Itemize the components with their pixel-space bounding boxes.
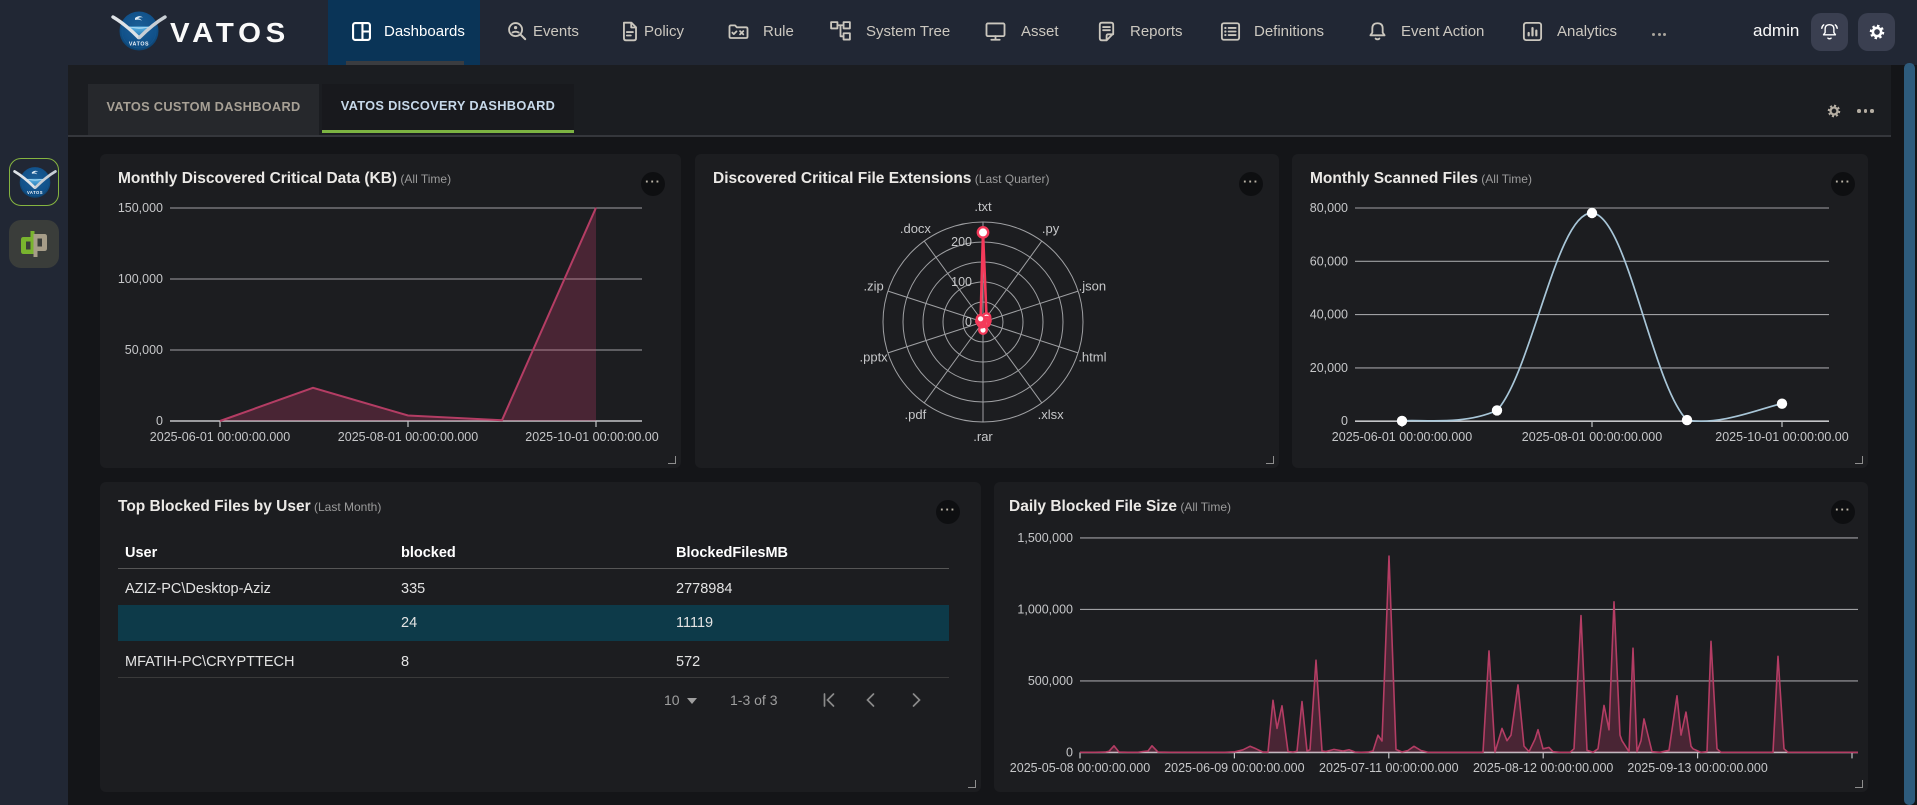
svg-text:20,000: 20,000 [1310, 361, 1348, 375]
svg-text:.docx: .docx [900, 221, 932, 236]
svg-text:.rar: .rar [973, 429, 993, 444]
svg-text:2025-06-09 00:00:00.000: 2025-06-09 00:00:00.000 [1164, 761, 1304, 775]
svg-text:0: 0 [1341, 414, 1348, 428]
svg-text:0: 0 [1066, 745, 1073, 759]
svg-text:500,000: 500,000 [1028, 674, 1073, 688]
svg-text:VATOS: VATOS [27, 190, 43, 195]
svg-text:VATOS: VATOS [129, 42, 149, 48]
svg-text:60,000: 60,000 [1310, 254, 1348, 268]
svg-text:.json: .json [1079, 279, 1106, 294]
svg-text:.html: .html [1078, 350, 1106, 365]
svg-text:2025-09-13 00:00:00.000: 2025-09-13 00:00:00.000 [1627, 761, 1767, 775]
svg-text:2025-10-01 00:00:00.00: 2025-10-01 00:00:00.00 [525, 430, 658, 444]
svg-text:100: 100 [951, 275, 972, 289]
svg-text:2025-05-08 00:00:00.000: 2025-05-08 00:00:00.000 [1010, 761, 1150, 775]
svg-text:.pptx: .pptx [860, 350, 889, 365]
svg-text:0: 0 [965, 315, 972, 329]
svg-text:.zip: .zip [863, 279, 883, 294]
svg-text:1,500,000: 1,500,000 [1017, 531, 1073, 545]
svg-text:40,000: 40,000 [1310, 308, 1348, 322]
svg-text:.pdf: .pdf [905, 407, 927, 422]
svg-text:100,000: 100,000 [118, 272, 163, 286]
svg-text:.txt: .txt [974, 199, 992, 214]
svg-text:150,000: 150,000 [118, 201, 163, 215]
svg-text:80,000: 80,000 [1310, 201, 1348, 215]
svg-text:.py: .py [1042, 221, 1060, 236]
svg-text:2025-08-01 00:00:00.000: 2025-08-01 00:00:00.000 [338, 430, 478, 444]
svg-text:200: 200 [951, 235, 972, 249]
svg-text:2025-10-01 00:00:00.00: 2025-10-01 00:00:00.00 [1715, 430, 1848, 444]
svg-text:1,000,000: 1,000,000 [1017, 602, 1073, 616]
svg-text:2025-07-11 00:00:00.000: 2025-07-11 00:00:00.000 [1319, 761, 1459, 775]
svg-text:50,000: 50,000 [125, 343, 163, 357]
svg-text:.xlsx: .xlsx [1038, 407, 1065, 422]
svg-text:2025-08-12 00:00:00.000: 2025-08-12 00:00:00.000 [1473, 761, 1613, 775]
svg-text:0: 0 [156, 414, 163, 428]
svg-text:2025-08-01 00:00:00.000: 2025-08-01 00:00:00.000 [1522, 430, 1662, 444]
svg-text:2025-06-01 00:00:00.000: 2025-06-01 00:00:00.000 [1332, 430, 1472, 444]
svg-text:2025-06-01 00:00:00.000: 2025-06-01 00:00:00.000 [150, 430, 290, 444]
